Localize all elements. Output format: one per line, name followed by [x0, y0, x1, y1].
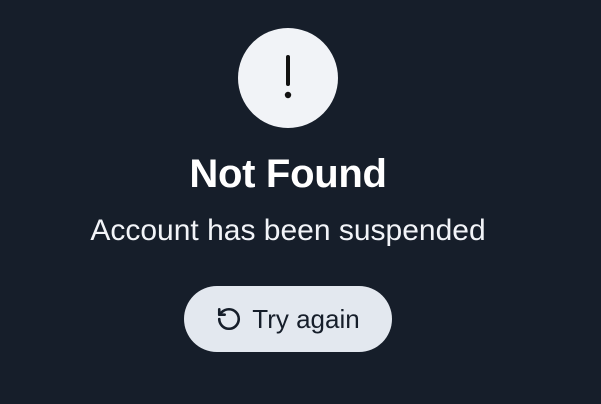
- refresh-icon: [216, 306, 242, 332]
- error-message: Account has been suspended: [90, 214, 486, 247]
- error-screen: Not Found Account has been suspended Try…: [0, 0, 601, 404]
- error-title: Not Found: [189, 152, 387, 196]
- exclamation-icon: [280, 55, 296, 101]
- alert-badge: [238, 28, 338, 128]
- try-again-button[interactable]: Try again: [184, 286, 392, 352]
- try-again-label: Try again: [252, 304, 360, 334]
